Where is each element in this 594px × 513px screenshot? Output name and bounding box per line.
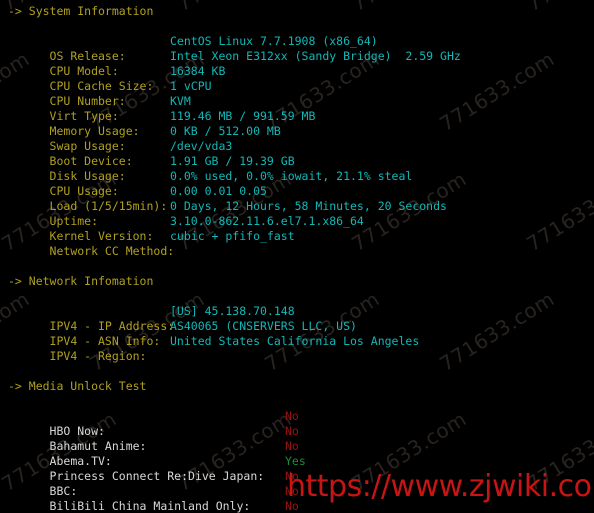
info-row: Virt Type: KVM: [8, 94, 594, 123]
row-value: KVM: [170, 94, 191, 108]
media-row: BBC: No: [8, 469, 594, 498]
section-header-media: -> Media Unlock Test: [8, 379, 147, 393]
row-value: 119.46 MB / 991.59 MB: [170, 109, 316, 123]
row-value: No: [285, 499, 299, 513]
row-value: 1 vCPU: [170, 79, 212, 93]
terminal-output: -> System Information OS Release: CentOS…: [0, 0, 594, 513]
info-row: Boot Device: /dev/vda3: [8, 139, 594, 168]
media-row: HBO Now: No: [8, 409, 594, 438]
row-value: [US] 45.138.70.148: [170, 304, 295, 318]
info-row: Swap Usage: 0 KB / 512.00 MB: [8, 124, 594, 153]
media-row: BiliBili China Mainland Only: No: [8, 484, 594, 513]
info-row: Network CC Method: cubic + pfifo_fast: [8, 229, 594, 258]
info-row: IPV4 - ASN Info: AS40065 (CNSERVERS LLC,…: [8, 319, 594, 348]
info-row: IPV4 - Region: United States California …: [8, 334, 594, 363]
info-row: IPV4 - IP Address: [US] 45.138.70.148: [8, 304, 594, 333]
row-value: 16384 KB: [170, 64, 226, 78]
info-row: Memory Usage: 119.46 MB / 991.59 MB: [8, 109, 594, 138]
row-value: 0.0% used, 0.0% iowait, 21.1% steal: [170, 169, 413, 183]
row-value: /dev/vda3: [170, 139, 233, 153]
row-value: cubic + pfifo_fast: [170, 229, 295, 243]
media-row: Abema.TV: No: [8, 439, 594, 468]
info-row: Uptime: 0 Days, 12 Hours, 58 Minutes, 20…: [8, 199, 594, 228]
row-value: No: [285, 439, 299, 453]
terminal-window: 771633.com 771633.com 771633.com 771633.com…: [0, 0, 594, 513]
info-row: CPU Number: 1 vCPU: [8, 79, 594, 108]
row-value: AS40065 (CNSERVERS LLC, US): [170, 319, 357, 333]
media-row: Bahamut Anime: No: [8, 424, 594, 453]
row-value: CentOS Linux 7.7.1908 (x86_64): [170, 34, 378, 48]
info-row: CPU Model: Intel Xeon E312xx (Sandy Brid…: [8, 49, 594, 78]
row-label: IPV4 - Region:: [49, 349, 147, 363]
info-row: Load (1/5/15min): 0.00 0.01 0.05: [8, 184, 594, 213]
section-header-network: -> Network Infomation: [8, 274, 154, 288]
row-value: Yes: [285, 454, 306, 468]
row-value: 0 Days, 12 Hours, 58 Minutes, 20 Seconds: [170, 199, 447, 213]
row-value: 0 KB / 512.00 MB: [170, 124, 281, 138]
row-value: No: [285, 484, 299, 498]
row-value: 1.91 GB / 19.39 GB: [170, 154, 295, 168]
media-row: BiliBili Hongkong/Macau/Taiwan: No: [8, 499, 594, 513]
media-row: Princess Connect Re:Dive Japan: Yes: [8, 454, 594, 483]
row-value: United States California Los Angeles: [170, 334, 420, 348]
row-value: No: [285, 469, 299, 483]
info-row: Disk Usage: 1.91 GB / 19.39 GB: [8, 154, 594, 183]
info-row: CPU Cache Size: 16384 KB: [8, 64, 594, 93]
row-label: Network CC Method:: [49, 244, 175, 258]
row-value: No: [285, 409, 299, 423]
row-value: 3.10.0-862.11.6.el7.1.x86_64: [170, 214, 364, 228]
row-value: No: [285, 424, 299, 438]
info-row: OS Release: CentOS Linux 7.7.1908 (x86_6…: [8, 34, 594, 63]
info-row: Kernel Version: 3.10.0-862.11.6.el7.1.x8…: [8, 214, 594, 243]
row-value: Intel Xeon E312xx (Sandy Bridge) 2.59 GH…: [170, 49, 461, 63]
section-header-system: -> System Information: [8, 4, 154, 18]
info-row: CPU Usage: 0.0% used, 0.0% iowait, 21.1%…: [8, 169, 594, 198]
row-value: 0.00 0.01 0.05: [170, 184, 267, 198]
